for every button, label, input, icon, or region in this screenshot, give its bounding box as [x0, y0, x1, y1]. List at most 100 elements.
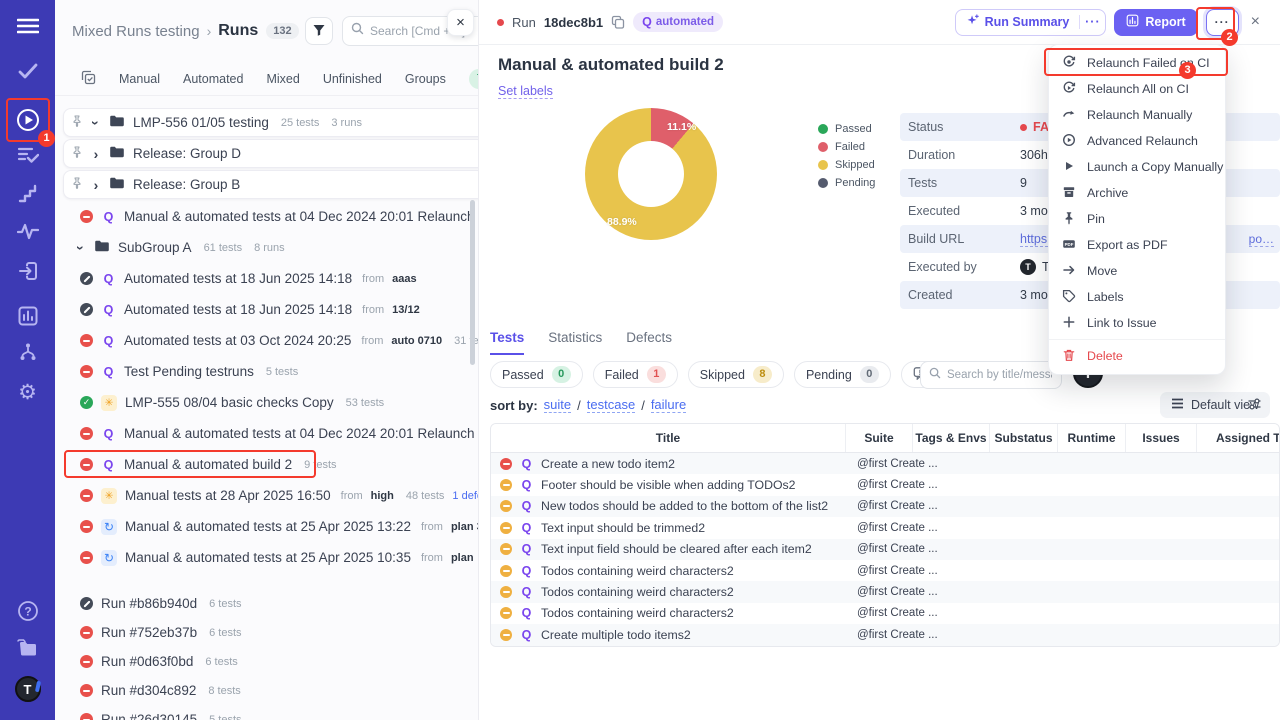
run-list-item[interactable]: Run #b86b940d6 tests	[55, 589, 479, 618]
table-row[interactable]: QFooter should be visible when adding TO…	[491, 474, 1279, 495]
automation-q-icon: Q	[519, 628, 534, 642]
run-list-item[interactable]: QManual & automated tests at 04 Dec 2024…	[55, 418, 479, 449]
column-header-assigned-to[interactable]: Assigned To	[1196, 424, 1280, 452]
user-avatar[interactable]: T	[0, 676, 55, 702]
branch-icon[interactable]	[0, 342, 55, 362]
runs-tab-groups[interactable]: Groups	[405, 72, 446, 86]
runs-tab-automated[interactable]: Automated	[183, 72, 243, 86]
help-icon[interactable]: ?	[0, 600, 55, 622]
legend-item: Pending	[818, 174, 875, 192]
tab-statistics[interactable]: Statistics	[548, 330, 602, 355]
run-list-item[interactable]: Run #0d63f0bd6 tests	[55, 647, 479, 676]
runs-tab-to[interactable]: To	[469, 69, 479, 89]
play-circle-icon[interactable]	[0, 107, 55, 133]
run-list-item[interactable]: Run #d304c8928 tests	[55, 676, 479, 705]
set-labels-link[interactable]: Set labels	[498, 84, 553, 99]
check-icon[interactable]	[0, 62, 55, 80]
chevron-right-icon[interactable]: ›	[91, 177, 101, 193]
table-row[interactable]: QText input field should be cleared afte…	[491, 539, 1279, 560]
column-header-suite[interactable]: Suite	[845, 424, 912, 452]
sort-link-testcase[interactable]: testcase	[587, 397, 635, 413]
menu-item-advanced-relaunch[interactable]: Advanced Relaunch	[1049, 128, 1225, 154]
run-list-item[interactable]: QAutomated tests at 18 Jun 2025 14:18fro…	[55, 294, 479, 325]
run-list-item[interactable]: QManual & automated tests at 04 Dec 2024…	[55, 201, 479, 232]
test-list-icon[interactable]	[0, 145, 55, 165]
run-status-failed-icon	[80, 365, 93, 378]
run-list-item[interactable]: QManual & automated build 29 tests	[55, 449, 479, 480]
run-summary-more-button[interactable]: ···	[1079, 15, 1105, 29]
table-row[interactable]: QCreate multiple todo items2@first Creat…	[491, 624, 1279, 645]
column-header-issues[interactable]: Issues	[1125, 424, 1196, 452]
menu-item-relaunch-manually[interactable]: Relaunch Manually	[1049, 102, 1225, 128]
table-row[interactable]: QTodos containing weird characters2@firs…	[491, 581, 1279, 602]
menu-item-move[interactable]: Move	[1049, 258, 1225, 284]
menu-item-archive[interactable]: Archive	[1049, 180, 1225, 206]
chevron-down-icon[interactable]: ›	[88, 118, 104, 128]
run-list-item[interactable]: Run #752eb37b6 tests	[55, 618, 479, 647]
run-group-card[interactable]: ›Release: Group B	[63, 170, 479, 199]
chip-passed[interactable]: Passed0	[490, 361, 583, 388]
chevron-right-icon[interactable]: ›	[91, 146, 101, 162]
breadcrumb-project[interactable]: Mixed Runs testing	[72, 23, 200, 40]
scrollbar-thumb[interactable]	[470, 200, 475, 365]
column-header-tags-envs[interactable]: Tags & Envs	[912, 424, 989, 452]
close-icon[interactable]: ×	[1251, 13, 1260, 31]
run-list-item[interactable]: Run #26d301455 tests	[55, 705, 479, 720]
pulse-icon[interactable]	[0, 222, 55, 240]
menu-item-labels[interactable]: Labels	[1049, 284, 1225, 310]
sort-link-suite[interactable]: suite	[544, 397, 571, 413]
settings-icon[interactable]: ⚙	[0, 380, 55, 405]
run-list-item[interactable]: ↻Manual & automated tests at 25 Apr 2025…	[55, 511, 479, 542]
copy-icon[interactable]	[611, 15, 625, 29]
column-header-title[interactable]: Title	[491, 424, 845, 452]
chip-skipped[interactable]: Skipped8	[688, 361, 784, 388]
run-list-item[interactable]: QTest Pending testruns5 tests	[55, 356, 479, 387]
chip-pending[interactable]: Pending0	[794, 361, 891, 388]
menu-item-delete[interactable]: Delete	[1049, 343, 1225, 369]
column-header-runtime[interactable]: Runtime	[1057, 424, 1125, 452]
runs-tab-mixed[interactable]: Mixed	[266, 72, 299, 86]
sort-link-failure[interactable]: failure	[651, 397, 686, 413]
menu-item-launch-a-copy-manually[interactable]: Launch a Copy Manually	[1049, 154, 1225, 180]
run-list-item[interactable]: QAutomated tests at 18 Jun 2025 14:18fro…	[55, 263, 479, 294]
tab-defects[interactable]: Defects	[626, 330, 672, 355]
archive-icon	[1062, 185, 1076, 202]
chip-failed[interactable]: Failed1	[593, 361, 678, 388]
sign-in-icon[interactable]	[0, 261, 55, 281]
table-row[interactable]: QNew todos should be added to the bottom…	[491, 496, 1279, 517]
menu-item-pin[interactable]: Pin	[1049, 206, 1225, 232]
steps-icon[interactable]	[0, 184, 55, 204]
runs-tab-manual[interactable]: Manual	[119, 72, 160, 86]
table-row[interactable]: QTodos containing weird characters2@firs…	[491, 603, 1279, 624]
menu-item-export-as-pdf[interactable]: PDFExport as PDF	[1049, 232, 1225, 258]
run-list-item[interactable]: ✳Manual tests at 28 Apr 2025 16:50fromhi…	[55, 480, 479, 511]
panel-close-button[interactable]: ×	[447, 9, 474, 36]
more-actions-button[interactable]: ···	[1206, 9, 1239, 36]
menu-icon[interactable]	[0, 18, 55, 34]
column-header-substatus[interactable]: Substatus	[989, 424, 1057, 452]
field-value-link-end[interactable]: po…	[1249, 232, 1274, 247]
menu-item-link-to-issue[interactable]: Link to Issue	[1049, 310, 1225, 336]
chevron-down-icon[interactable]: ›	[73, 243, 89, 253]
table-row[interactable]: QTodos containing weird characters2@firs…	[491, 560, 1279, 581]
projects-icon[interactable]	[0, 638, 55, 658]
run-group-card[interactable]: ›LMP-556 01/05 testing25 tests3 runs	[63, 108, 479, 137]
tests-search-input[interactable]	[947, 369, 1052, 381]
table-row[interactable]: QCreate a new todo item2@first Create ..…	[491, 453, 1279, 474]
run-group-card[interactable]: ›Release: Group D	[63, 139, 479, 168]
table-row[interactable]: QText input should be trimmed2@first Cre…	[491, 517, 1279, 538]
report-button[interactable]: Report	[1114, 9, 1197, 36]
tab-tests[interactable]: Tests	[490, 330, 524, 355]
run-list-item[interactable]: ✳LMP-555 08/04 basic checks Copy53 tests	[55, 387, 479, 418]
run-list-item[interactable]: QAutomated tests at 03 Oct 2024 20:25fro…	[55, 325, 479, 356]
run-summary-button[interactable]: Run Summary ···	[955, 9, 1107, 36]
run-list-item[interactable]: ↻Manual & automated tests at 25 Apr 2025…	[55, 542, 479, 573]
filter-button[interactable]	[305, 17, 333, 45]
report-icon[interactable]	[0, 306, 55, 326]
menu-item-relaunch-all-on-ci[interactable]: Relaunch All on CI	[1049, 76, 1225, 102]
column-settings-icon[interactable]	[1247, 397, 1262, 416]
run-group-item[interactable]: ›SubGroup A61 tests8 runs	[55, 232, 479, 263]
select-all-icon[interactable]	[81, 70, 96, 88]
menu-item-relaunch-failed-on-ci[interactable]: Relaunch Failed on CI	[1049, 50, 1225, 76]
runs-tab-unfinished[interactable]: Unfinished	[323, 72, 382, 86]
